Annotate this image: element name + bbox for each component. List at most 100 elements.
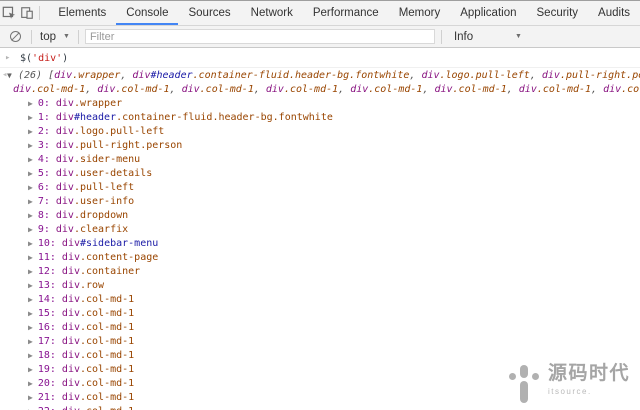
inspect-element-icon[interactable] [0,1,18,25]
expand-triangle-icon[interactable]: ▶ [28,379,33,388]
entry-index: 6: [37,182,56,193]
array-entry[interactable]: ▶ 13: div.row [0,279,640,293]
array-entry[interactable]: ▶22: div.col-md-1 [0,405,640,410]
expand-triangle-icon[interactable]: ▶ [28,113,33,122]
entry-index: 22: [38,406,62,410]
log-level-label: Info [453,30,474,43]
array-entry[interactable]: ▶ 20: div.col-md-1 [0,377,640,391]
expand-triangle-icon[interactable]: ▶ [28,225,33,234]
entry-index: 13: [37,280,62,291]
entry-index: 7: [37,196,56,207]
entry-index: 11: [37,252,62,263]
entry-index: 0: [37,98,56,109]
array-entry[interactable]: ▶ 2: div.logo.pull-left [0,125,640,139]
array-entry[interactable]: ▶ 14: div.col-md-1 [0,293,640,307]
array-entry[interactable]: ▶ 4: div.sider-menu [0,153,640,167]
console-toolbar: top ▼ Info ▼ [0,26,640,48]
array-entry[interactable]: ▶ 3: div.pull-right.person [0,139,640,153]
array-entry[interactable]: ▶ 11: div.content-page [0,251,640,265]
tab-performance[interactable]: Performance [303,1,389,25]
separator [77,29,79,44]
array-entry[interactable]: ▶ 1: div#header.container-fluid.header-bg… [0,111,640,125]
expand-triangle-icon[interactable]: ▶ [28,281,33,290]
entry-index: 16: [37,322,62,333]
tab-console[interactable]: Console [116,1,178,25]
expand-triangle-icon[interactable]: ▶ [28,365,33,374]
expand-triangle-icon[interactable]: ▶ [28,323,33,332]
log-level-dropdown[interactable]: Info ▼ [452,31,524,43]
tab-elements[interactable]: Elements [48,1,116,25]
panel-tabs: Elements Console Sources Network Performance… [48,1,640,25]
tab-network[interactable]: Network [241,1,303,25]
entry-index: 20: [37,378,62,389]
expand-triangle-icon[interactable]: ▶ [28,337,33,346]
expand-triangle-icon[interactable]: ▶ [28,295,33,304]
array-entry[interactable]: ▶ 6: div.pull-left [0,181,640,195]
expand-triangle-icon[interactable]: ▶ [28,169,33,178]
entry-index: 17: [37,336,62,347]
expand-triangle-icon[interactable]: ▶ [28,267,33,276]
entry-index: 10: [37,238,62,249]
array-entry[interactable]: ▶ 7: div.user-info [0,195,640,209]
expand-triangle-icon[interactable]: ▶ [28,127,33,136]
array-entry[interactable]: ▶ 19: div.col-md-1 [0,363,640,377]
array-entry[interactable]: ▶ 12: div.container [0,265,640,279]
array-entry[interactable]: ▶ 0: div.wrapper [0,97,640,111]
expand-triangle-icon[interactable]: ▶ [28,309,33,318]
tab-memory[interactable]: Memory [389,1,451,25]
chevron-down-icon: ▼ [63,33,70,40]
expand-triangle-icon[interactable]: ▶ [28,197,33,206]
console-result: ◂· ▼ (26) [div.wrapper, div#header.conta… [0,68,640,410]
array-entry[interactable]: ▶ 18: div.col-md-1 [0,349,640,363]
array-entry[interactable]: ▶ 8: div.dropdown [0,209,640,223]
array-preview-line-2: div.col-md-1, div.col-md-1, div.col-md-1… [13,84,640,95]
entry-index: 12: [37,266,62,277]
expand-triangle-icon[interactable]: ▶ [28,253,33,262]
entry-index: 3: [37,140,56,151]
expand-triangle-icon[interactable]: ▶ [28,155,33,164]
array-entry[interactable]: ▶ 21: div.col-md-1 [0,391,640,405]
command-code: $('div') [20,53,69,64]
expand-triangle-icon[interactable]: ▶ [28,99,33,108]
tab-security[interactable]: Security [527,1,589,25]
clear-console-icon[interactable] [10,31,21,42]
device-toolbar-icon[interactable] [18,1,36,25]
entry-index: 2: [37,126,56,137]
array-entry[interactable]: ▶ 5: div.user-details [0,167,640,181]
devtools-tab-bar: Elements Console Sources Network Performance… [0,0,640,26]
chevron-down-icon: ▼ [515,33,522,40]
context-label: top [40,30,56,43]
separator [31,29,32,44]
tab-sources[interactable]: Sources [178,1,240,25]
array-entry[interactable]: ▶ 16: div.col-md-1 [0,321,640,335]
array-entry[interactable]: ▶ 15: div.col-md-1 [0,307,640,321]
tab-audits[interactable]: Audits [588,1,640,25]
entry-index: 14: [37,294,62,305]
expand-triangle-icon[interactable]: ▶ [28,351,33,360]
array-entry[interactable]: ▶ 9: div.clearfix [0,223,640,237]
expand-triangle-icon[interactable]: ▶ [28,211,33,220]
expand-triangle-icon[interactable]: ▶ [28,141,33,150]
entry-index: 5: [37,168,56,179]
array-entry[interactable]: ▶ 10: div#sidebar-menu [0,237,640,251]
entry-index: 9: [37,224,56,235]
tab-application[interactable]: Application [450,1,526,25]
execution-context-dropdown[interactable]: top ▼ [38,31,72,43]
entry-index: 8: [37,210,56,221]
console-messages: ▸ $('div') ◂· ▼ (26) [div.wrapper, div#h… [0,49,640,410]
entry-index: 15: [37,308,62,319]
separator [440,29,442,44]
entry-index: 21: [37,392,62,403]
entry-index: 1: [37,112,56,123]
collapse-triangle-icon[interactable]: ▼ [7,69,12,83]
expand-triangle-icon[interactable]: ▶ [28,393,33,402]
console-command: ▸ $('div') [0,49,640,68]
array-preview-line-1: ▼ (26) [div.wrapper, div#header.containe… [7,69,640,83]
entry-index: 18: [37,350,62,361]
array-entry[interactable]: ▶ 17: div.col-md-1 [0,335,640,349]
expand-triangle-icon[interactable]: ▶ [28,239,33,248]
filter-input[interactable] [84,29,435,44]
expand-triangle-icon[interactable]: ▶ [28,183,33,192]
entry-index: 19: [37,364,62,375]
array-entries: ▶ 0: div.wrapper ▶ 1: div#header.container-… [0,97,640,410]
